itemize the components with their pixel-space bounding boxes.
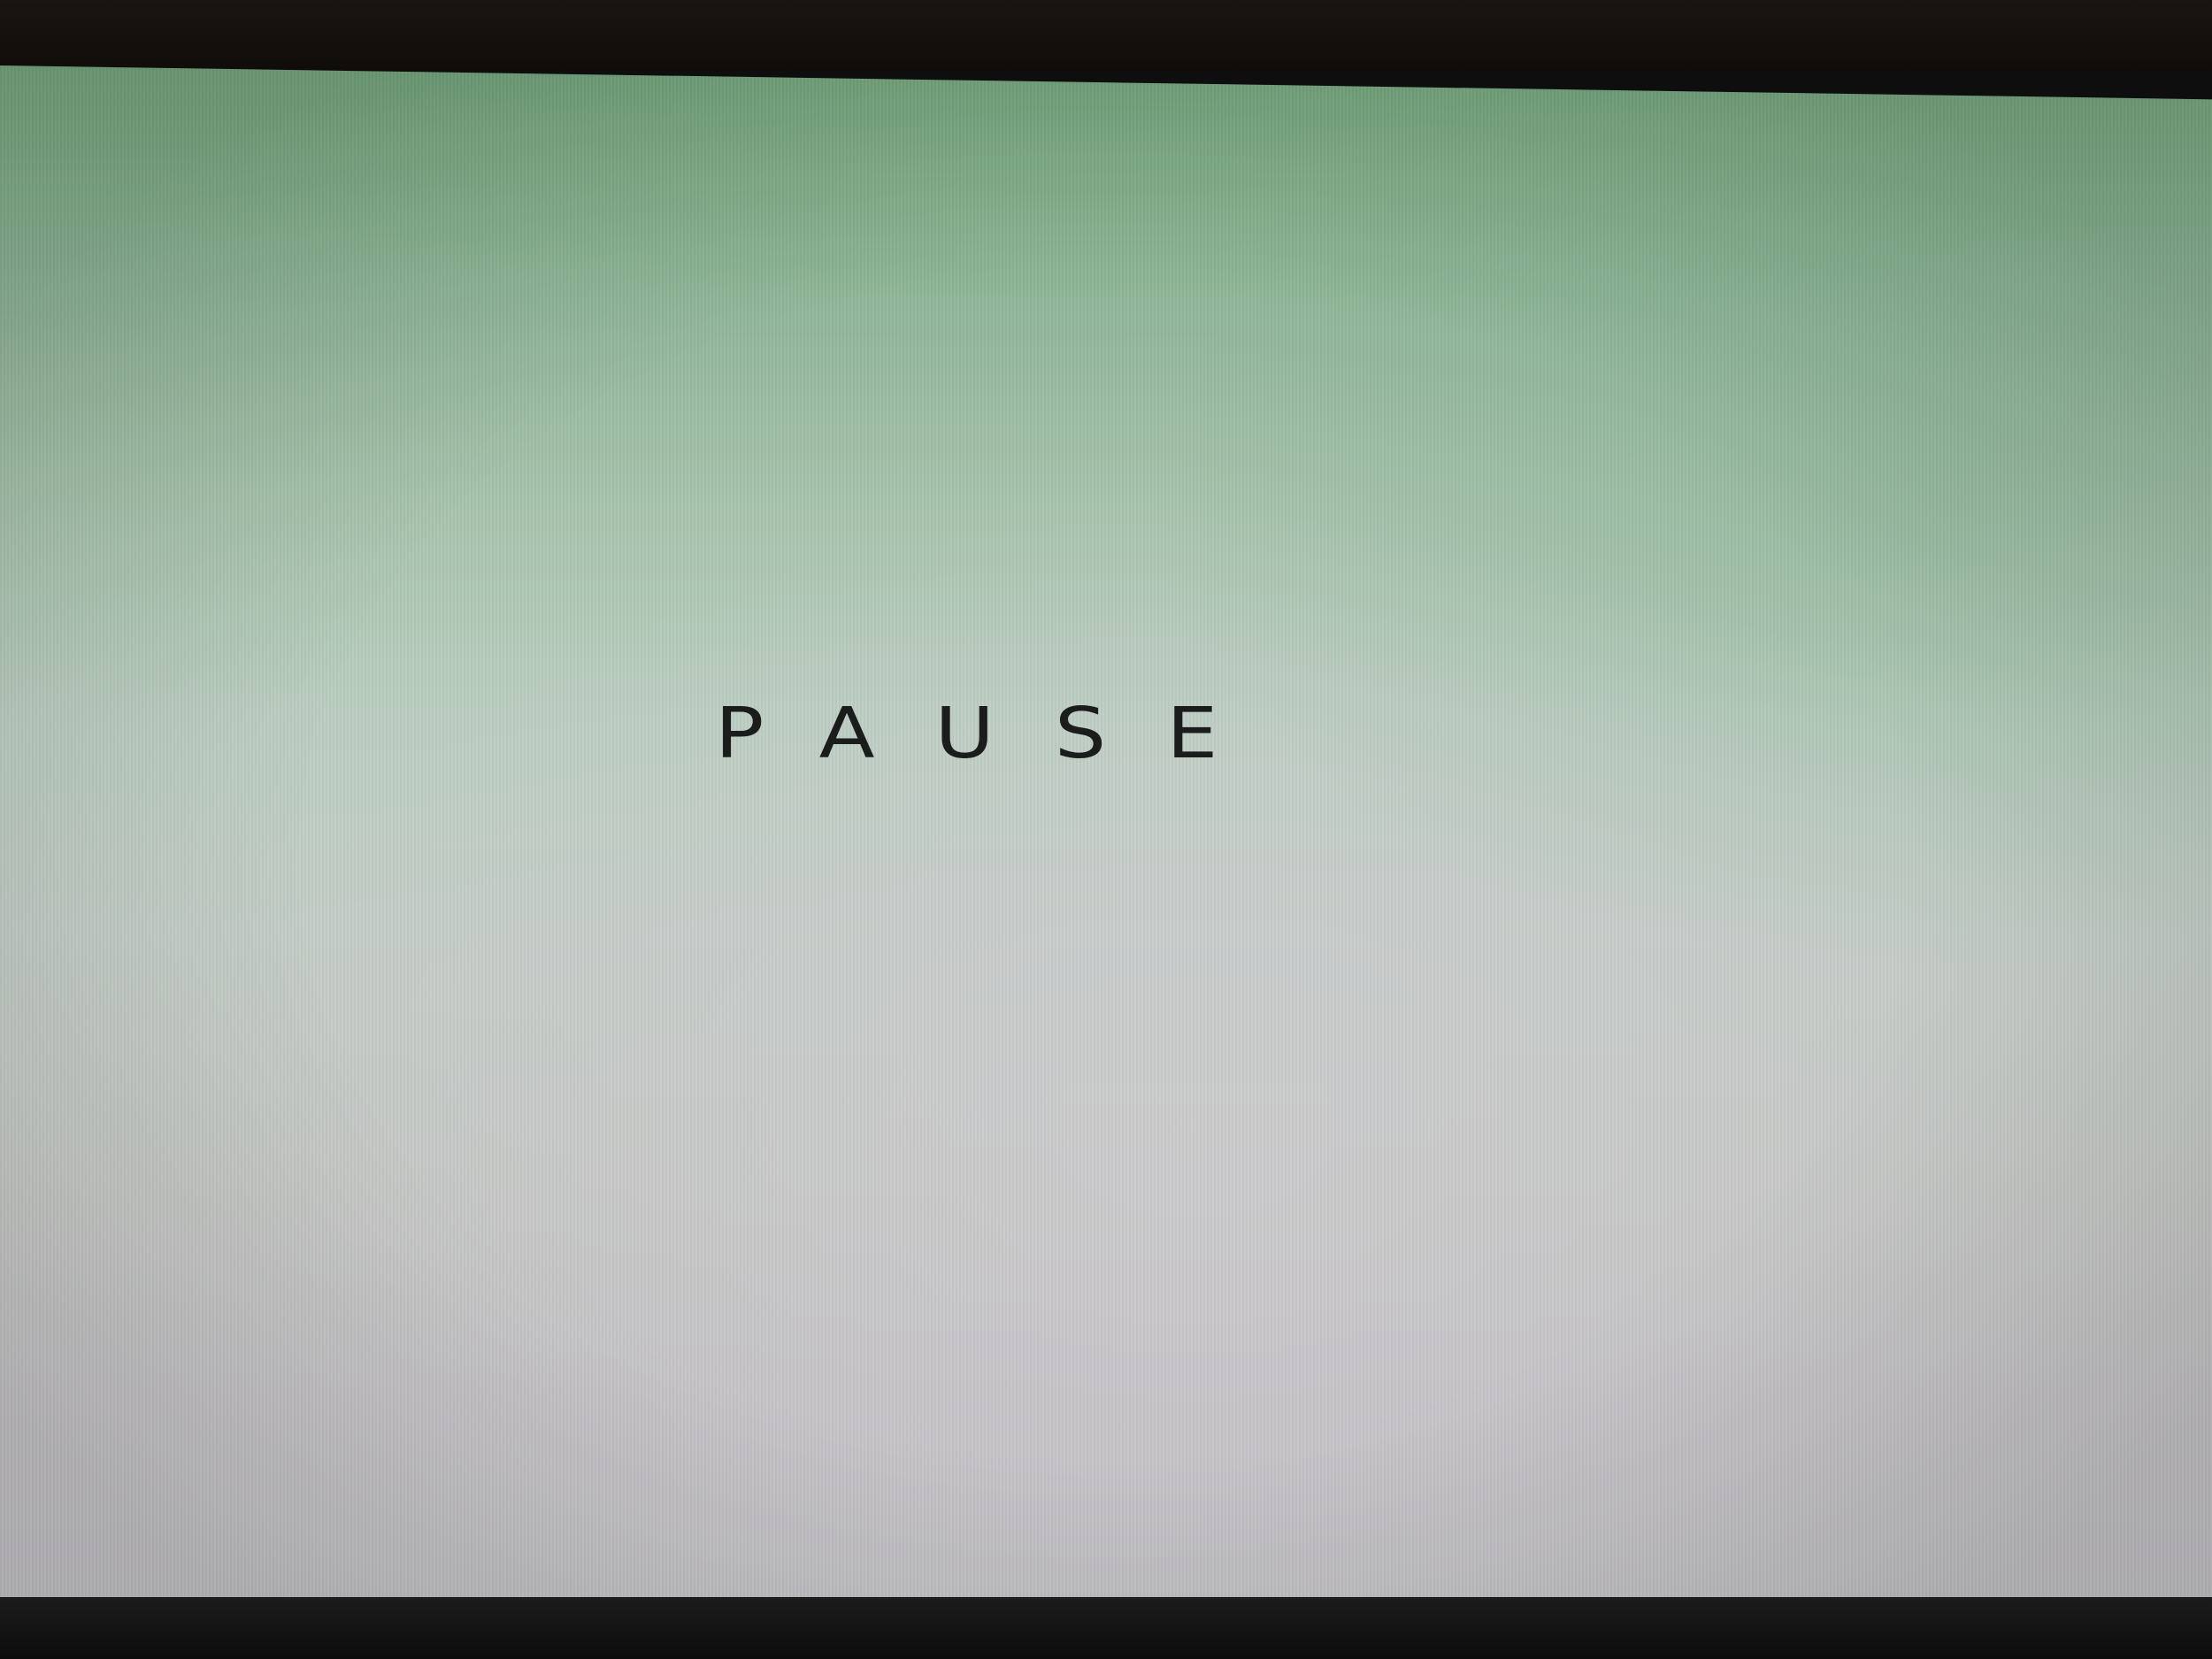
- pause-label: PAUSE: [715, 693, 1279, 775]
- game-screen: PAUSE: [0, 65, 2212, 1607]
- monitor-top-bezel: [0, 0, 2212, 71]
- screen-vignette: [0, 65, 2212, 1607]
- photo-frame: PAUSE: [0, 0, 2212, 1659]
- screen-scanlines: [0, 65, 2212, 1607]
- monitor-bottom-bezel: [0, 1597, 2212, 1659]
